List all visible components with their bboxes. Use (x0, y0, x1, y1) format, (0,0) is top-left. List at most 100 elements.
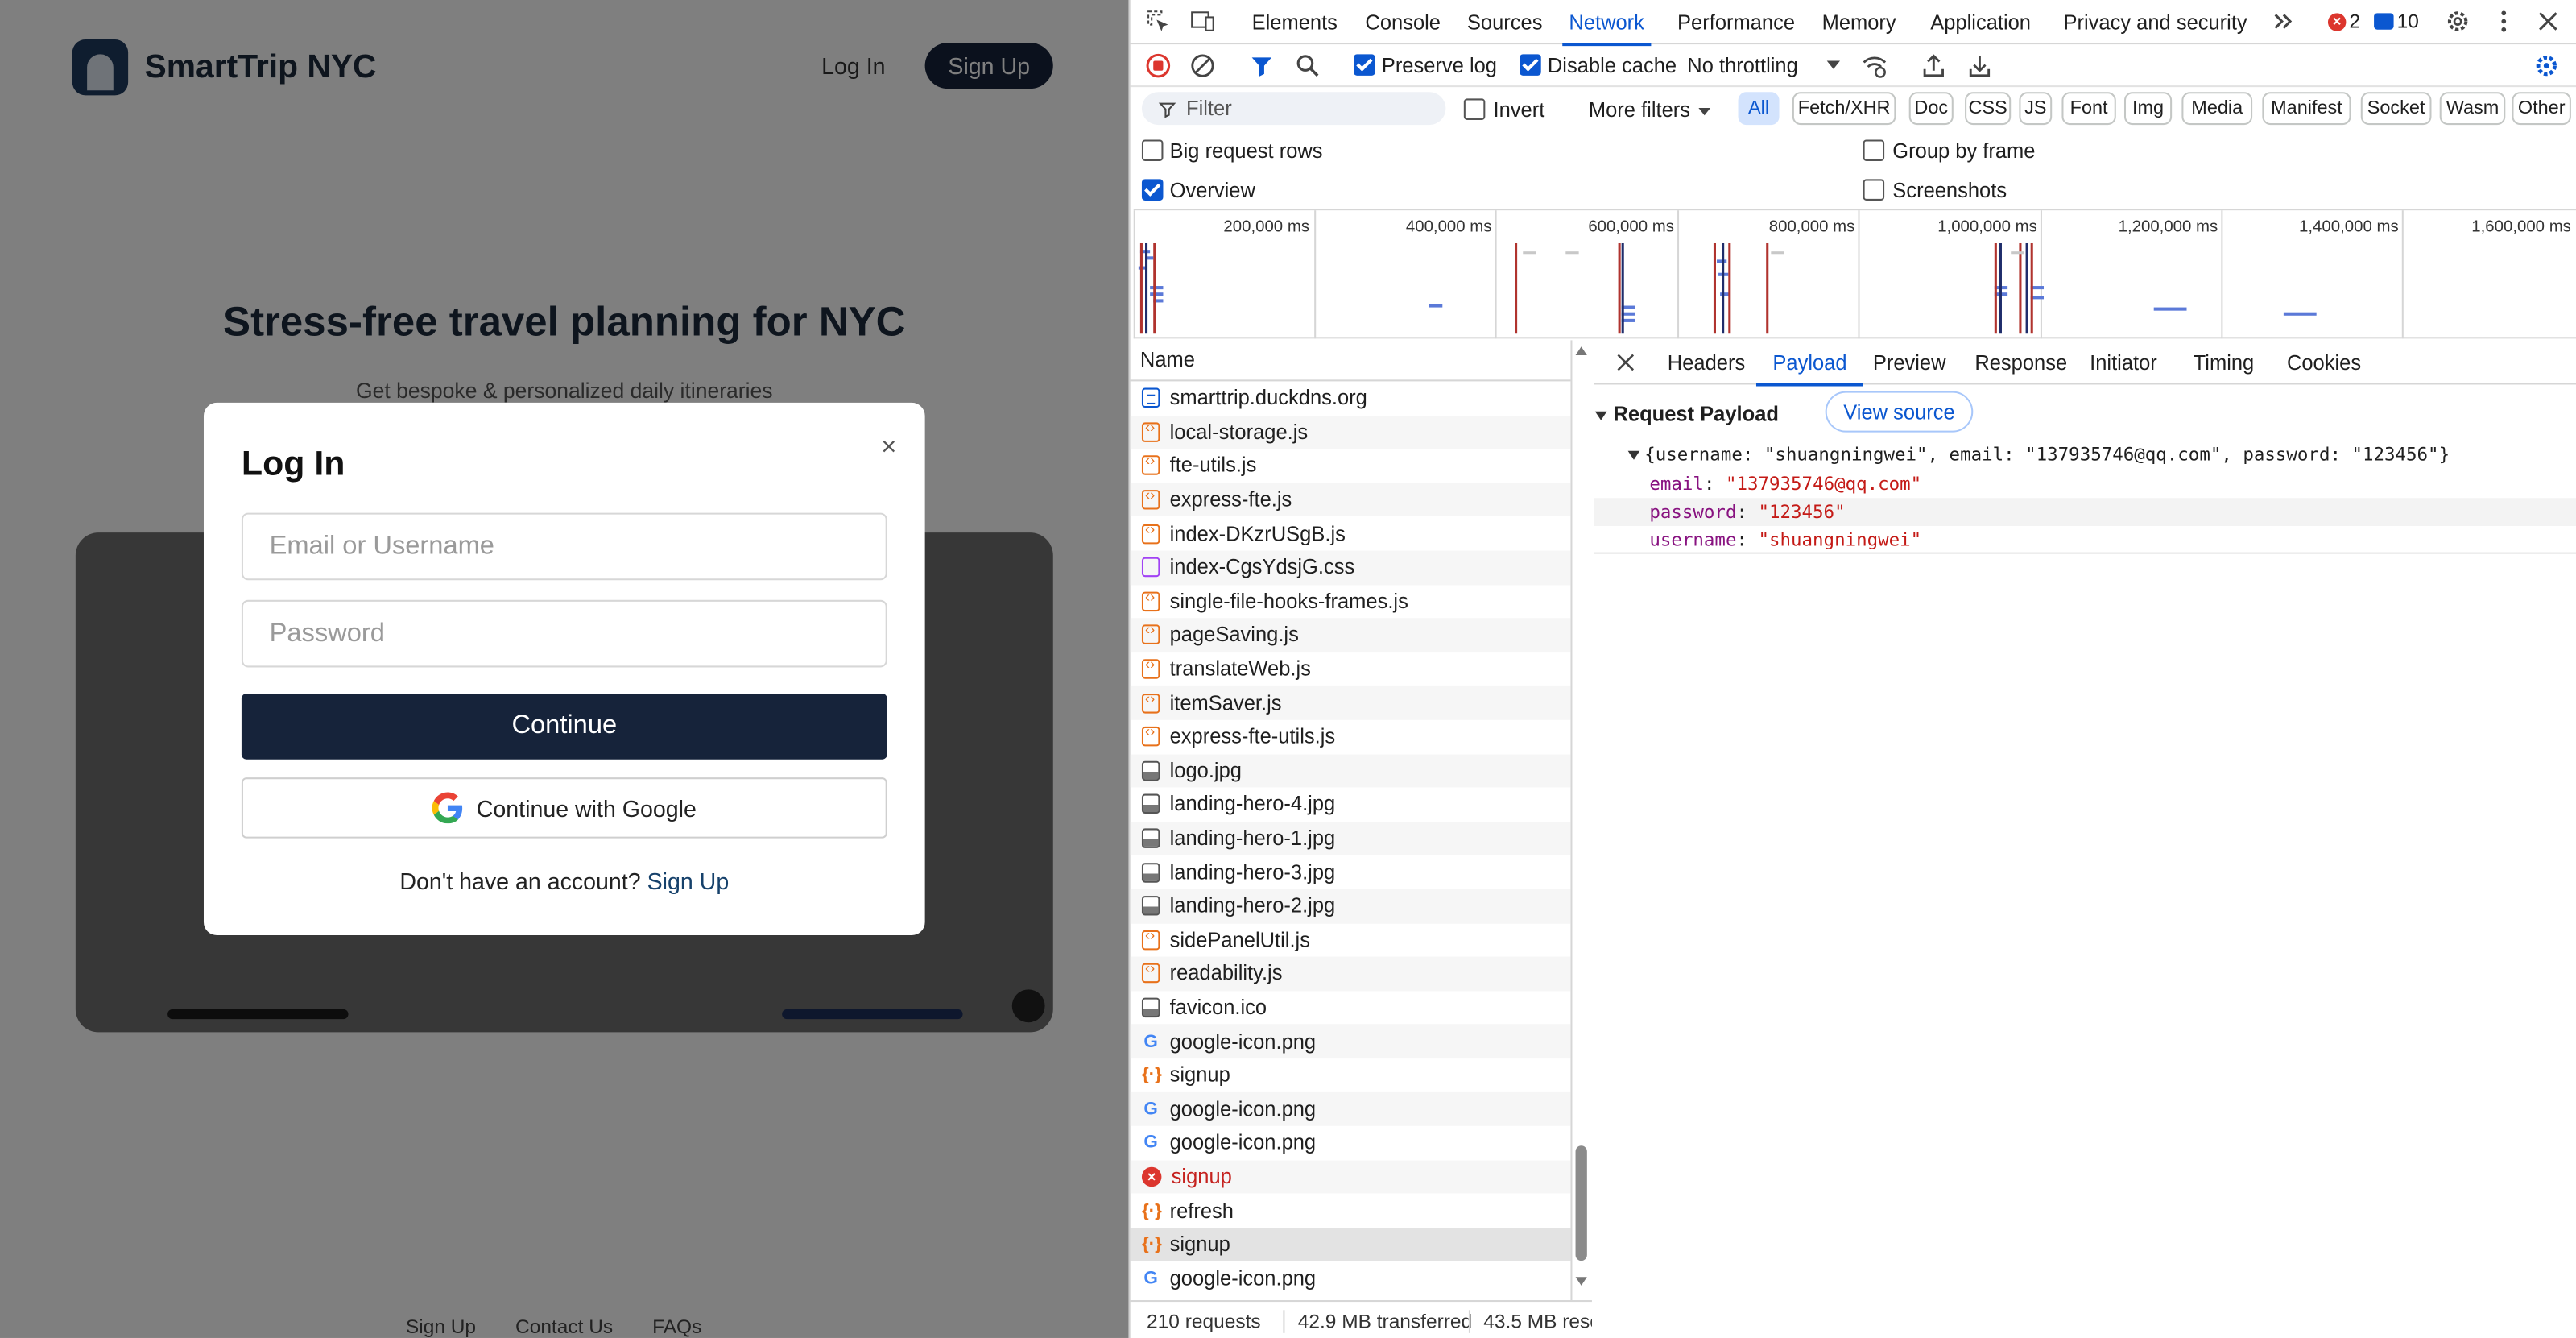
clear-icon[interactable] (1189, 52, 1216, 79)
filter-input[interactable]: Filter (1141, 92, 1446, 126)
request-row[interactable]: sidePanelUtil.js (1131, 923, 1571, 957)
chip-doc[interactable]: Doc (1908, 92, 1954, 126)
export-har-icon[interactable] (1966, 52, 1993, 79)
kebab-menu-icon[interactable] (2491, 8, 2517, 35)
network-conditions-icon[interactable] (1862, 52, 1888, 79)
request-row[interactable]: single-file-hooks-frames.js (1131, 585, 1571, 619)
request-row[interactable]: Ggoogle-icon.png (1130, 1024, 1571, 1058)
device-toolbar-icon[interactable] (1189, 8, 1216, 35)
chip-all[interactable]: All (1738, 92, 1780, 126)
request-row[interactable]: translateWeb.js (1131, 652, 1571, 686)
tab-elements[interactable]: Elements (1252, 11, 1338, 35)
tab-privacy-security[interactable]: Privacy and security (2063, 11, 2247, 35)
tab-cookies[interactable]: Cookies (2287, 352, 2361, 375)
close-icon[interactable]: × (875, 435, 902, 462)
request-row[interactable]: landing-hero-2.jpg (1130, 889, 1571, 923)
scrollbar-thumb[interactable] (1575, 1145, 1587, 1261)
continue-button[interactable]: Continue (241, 694, 887, 760)
request-row[interactable]: local-storage.js (1130, 415, 1571, 449)
big-rows-checkbox[interactable] (1141, 139, 1164, 161)
tab-application[interactable]: Application (1930, 11, 2031, 35)
scroll-down-icon[interactable] (1574, 1275, 1589, 1286)
request-row[interactable]: landing-hero-4.jpg (1131, 788, 1571, 822)
request-row[interactable]: favicon.ico (1131, 991, 1571, 1025)
tab-response[interactable]: Response (1974, 352, 2067, 375)
request-row[interactable]: express-fte.js (1130, 483, 1571, 517)
tab-timing[interactable]: Timing (2194, 352, 2255, 375)
request-row[interactable]: logo.jpg (1130, 753, 1571, 788)
chip-media[interactable]: Media (2181, 92, 2253, 126)
group-by-frame-checkbox[interactable] (1863, 139, 1885, 161)
request-row[interactable]: {·} signup (1131, 1058, 1571, 1092)
request-row[interactable]: express-fte-utils.js (1131, 720, 1571, 754)
name-column-header[interactable]: Name (1130, 340, 1571, 382)
payload-field-username[interactable]: username: "shuangningwei" (1593, 526, 2576, 554)
chip-fetch-xhr[interactable]: Fetch/XHR (1792, 92, 1896, 126)
tab-console[interactable]: Console (1365, 11, 1441, 35)
network-settings-gear-icon[interactable] (2533, 52, 2560, 79)
throttling-select[interactable]: No throttling (1687, 54, 1798, 77)
request-list-scrollbar[interactable] (1570, 340, 1592, 1300)
payload-field-email[interactable]: email: "137935746@qq.com" (1594, 470, 2576, 499)
request-row[interactable]: Ggoogle-icon.png (1130, 1092, 1571, 1126)
tab-initiator[interactable]: Initiator (2090, 352, 2157, 375)
request-row[interactable]: index-DKzrUSgB.js (1131, 516, 1571, 550)
request-row[interactable]: Ggoogle-icon.png (1131, 1126, 1571, 1160)
chip-img[interactable]: Img (2123, 92, 2173, 126)
overview-checkbox[interactable] (1141, 179, 1164, 201)
request-payload-heading[interactable]: Request Payload (1613, 403, 1779, 426)
request-row[interactable]: Ggoogle-icon.png (1131, 1261, 1571, 1295)
request-row[interactable]: pageSaving.js (1130, 618, 1571, 652)
invert-checkbox[interactable] (1463, 98, 1486, 120)
email-input[interactable] (241, 512, 887, 581)
disable-cache-checkbox[interactable] (1520, 54, 1541, 76)
tab-sources[interactable]: Sources (1467, 11, 1543, 35)
network-overview[interactable]: 200,000 ms 400,000 ms 600,000 ms 800,000… (1133, 209, 2576, 339)
scroll-up-icon[interactable] (1574, 346, 1589, 357)
expand-triangle-icon[interactable] (1594, 409, 1608, 422)
request-row[interactable]: landing-hero-3.jpg (1131, 855, 1571, 889)
tab-performance[interactable]: Performance (1677, 11, 1795, 35)
tab-memory[interactable]: Memory (1822, 11, 1896, 35)
message-count-badge[interactable]: 10 (2374, 10, 2419, 33)
request-row[interactable]: readability.js (1130, 956, 1571, 991)
signup-link[interactable]: Sign Up (647, 868, 730, 894)
tab-network[interactable]: Network (1562, 11, 1651, 47)
chip-manifest[interactable]: Manifest (2262, 92, 2351, 126)
chip-socket[interactable]: Socket (2360, 92, 2432, 126)
request-row[interactable]: index-CgsYdsjG.css (1130, 550, 1571, 585)
expand-triangle-icon[interactable] (1627, 449, 1641, 462)
chevron-down-icon[interactable] (1826, 56, 1842, 72)
payload-summary[interactable]: {username: "shuangningwei", email: "1379… (1644, 441, 2576, 469)
chip-font[interactable]: Font (2061, 92, 2116, 126)
settings-gear-icon[interactable] (2445, 8, 2471, 35)
error-count-badge[interactable]: × 2 (2327, 10, 2360, 33)
chip-other[interactable]: Other (2512, 92, 2571, 126)
request-row[interactable]: × signup (1130, 1159, 1571, 1194)
filter-funnel-icon[interactable] (1249, 52, 1276, 79)
search-icon[interactable] (1295, 52, 1321, 79)
tab-preview[interactable]: Preview (1873, 352, 1946, 375)
close-icon[interactable] (1617, 354, 1635, 371)
chip-wasm[interactable]: Wasm (2439, 92, 2506, 126)
preserve-log-checkbox[interactable] (1354, 54, 1375, 76)
tab-headers[interactable]: Headers (1668, 352, 1745, 375)
more-filters-dropdown[interactable]: More filters (1589, 98, 1690, 122)
chip-css[interactable]: CSS (1965, 92, 2012, 126)
password-input[interactable] (241, 599, 887, 668)
chip-js[interactable]: JS (2019, 92, 2053, 126)
record-stop-icon[interactable] (1145, 52, 1172, 79)
request-row[interactable]: landing-hero-1.jpg (1130, 821, 1571, 855)
payload-field-password[interactable]: password: "123456" (1593, 498, 2576, 526)
more-tabs-icon[interactable] (2271, 8, 2297, 35)
google-login-button[interactable]: Continue with Google (241, 777, 887, 839)
tab-payload[interactable]: Payload (1755, 352, 1864, 387)
screenshots-checkbox[interactable] (1863, 179, 1885, 201)
inspect-element-icon[interactable] (1145, 8, 1172, 35)
view-source-button[interactable]: View source (1825, 391, 1974, 433)
request-row[interactable]: {·} signup (1130, 1227, 1571, 1261)
request-row[interactable]: {·} refresh (1131, 1194, 1571, 1228)
import-har-icon[interactable] (1921, 52, 1947, 79)
request-row[interactable]: itemSaver.js (1130, 686, 1571, 720)
request-row[interactable]: smarttrip.duckdns.org (1131, 381, 1571, 415)
